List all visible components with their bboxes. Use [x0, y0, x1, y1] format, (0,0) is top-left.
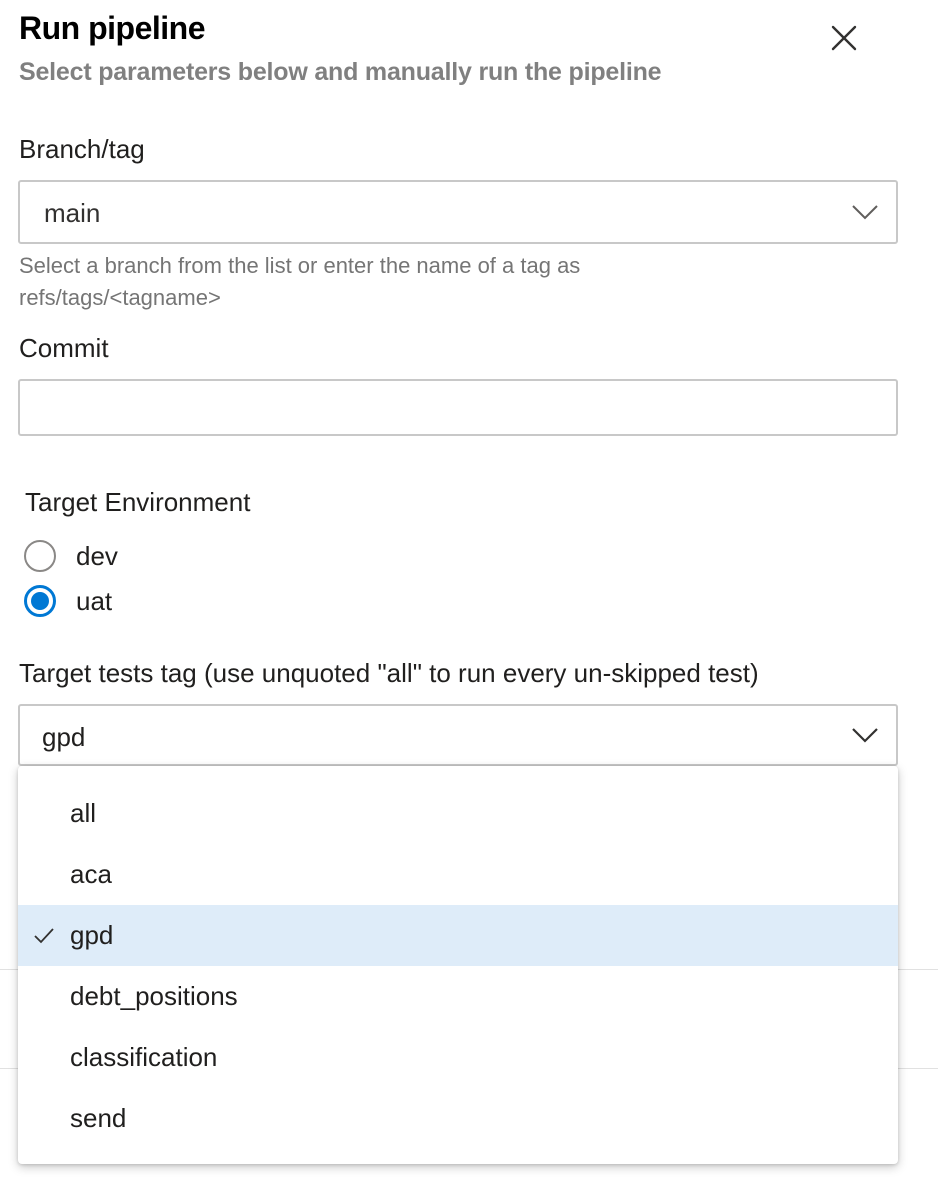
option-label: classification: [70, 1042, 218, 1072]
option-label: debt_positions: [70, 981, 238, 1011]
branch-label: Branch/tag: [19, 134, 145, 164]
tests-tag-dropdown-list: all aca gpd debt_positions classificatio…: [18, 766, 898, 1164]
page-subtitle: Select parameters below and manually run…: [19, 58, 662, 86]
dropdown-option-gpd[interactable]: gpd: [18, 905, 898, 966]
branch-helper-line-2: refs/tags/<tagname>: [19, 285, 221, 310]
checkmark-icon: [34, 927, 54, 943]
dropdown-option-classification[interactable]: classification: [18, 1027, 898, 1088]
commit-input[interactable]: [18, 379, 898, 436]
chevron-down-icon: [852, 205, 878, 220]
option-label: gpd: [70, 920, 114, 950]
radio-label-dev: dev: [76, 540, 118, 571]
tests-tag-value: gpd: [42, 722, 86, 752]
branch-select[interactable]: main: [18, 180, 898, 244]
dropdown-option-all[interactable]: all: [18, 783, 898, 844]
commit-label: Commit: [19, 333, 109, 363]
radio-label-uat: uat: [76, 585, 113, 616]
dropdown-option-send[interactable]: send: [18, 1088, 898, 1149]
branch-helper-line-1: Select a branch from the list or enter t…: [19, 253, 581, 278]
radio-button-uat[interactable]: [24, 585, 56, 617]
option-label: all: [70, 798, 97, 828]
branch-helper-text: Select a branch from the list or enter t…: [19, 250, 899, 314]
dropdown-option-aca[interactable]: aca: [18, 844, 898, 905]
chevron-down-icon: [852, 728, 878, 743]
tests-tag-select[interactable]: gpd: [18, 704, 898, 766]
page-title: Run pipeline: [19, 10, 206, 46]
tests-tag-label: Target tests tag (use unquoted "all" to …: [19, 658, 759, 688]
radio-button-dev[interactable]: [24, 540, 56, 572]
branch-value: main: [44, 198, 101, 228]
radio-option-uat[interactable]: uat: [24, 583, 112, 619]
dropdown-option-debt-positions[interactable]: debt_positions: [18, 966, 898, 1027]
close-icon: [831, 25, 857, 51]
option-label: send: [70, 1103, 127, 1133]
environment-label: Target Environment: [25, 487, 251, 517]
option-label: aca: [70, 859, 112, 889]
radio-option-dev[interactable]: dev: [24, 538, 118, 574]
close-button[interactable]: [824, 18, 864, 58]
